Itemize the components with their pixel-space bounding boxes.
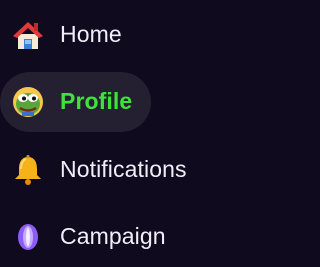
sidebar-item-label: Notifications: [60, 155, 187, 182]
crystal-icon: [10, 219, 46, 255]
sidebar-item-label: Campaign: [60, 222, 166, 249]
sidebar-item-label: Home: [60, 20, 122, 47]
sidebar-item-label: Profile: [60, 87, 133, 114]
sidebar-item-campaign[interactable]: Campaign: [0, 207, 180, 267]
pepe-avatar-icon: [10, 84, 46, 120]
sidebar-item-notifications[interactable]: Notifications: [0, 140, 200, 200]
house-icon: [10, 17, 46, 53]
sidebar-item-home[interactable]: Home: [0, 5, 140, 65]
sidebar-nav: Home Profile Notifications Campaign: [0, 0, 266, 250]
bell-icon: [10, 152, 46, 188]
sidebar-item-profile[interactable]: Profile: [0, 72, 151, 132]
